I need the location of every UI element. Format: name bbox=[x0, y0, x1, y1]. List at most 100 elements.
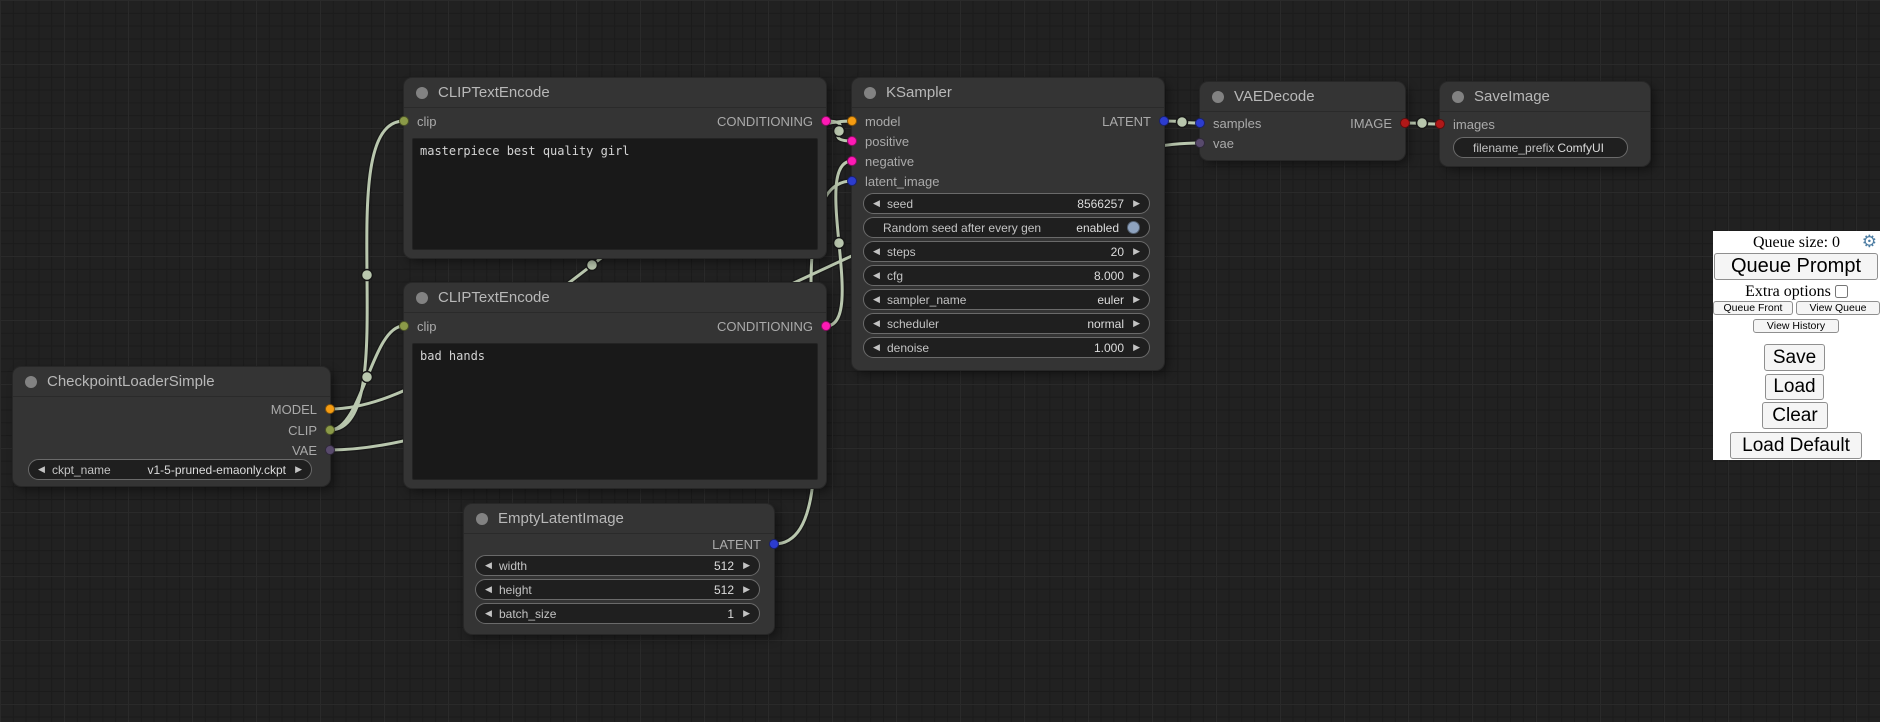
decrement-arrow-icon[interactable]: ◀ bbox=[485, 608, 497, 619]
collapse-dot-icon[interactable] bbox=[864, 87, 876, 99]
negative-prompt-textarea[interactable]: bad hands bbox=[412, 343, 818, 480]
toggle-on-icon[interactable] bbox=[1127, 221, 1140, 234]
node-title-bar[interactable]: EmptyLatentImage bbox=[464, 504, 774, 534]
settings-gear-icon[interactable]: ⚙ bbox=[1862, 232, 1877, 252]
decrement-arrow-icon[interactable]: ◀ bbox=[873, 294, 885, 305]
increment-arrow-icon[interactable]: ▶ bbox=[1128, 198, 1140, 209]
model-output-port[interactable] bbox=[325, 404, 335, 414]
node-ksampler[interactable]: KSampler model LATENT positive negative … bbox=[852, 78, 1164, 370]
node-title: CheckpointLoaderSimple bbox=[47, 373, 215, 390]
node-title-bar[interactable]: CLIPTextEncode bbox=[404, 78, 826, 108]
view-queue-button[interactable]: View Queue bbox=[1796, 301, 1880, 315]
extra-options-checkbox[interactable] bbox=[1835, 285, 1848, 298]
output-slot-clip: CLIP bbox=[13, 420, 330, 440]
queue-size-label: Queue size: 0 bbox=[1713, 234, 1880, 252]
conditioning-output-port[interactable] bbox=[821, 321, 831, 331]
input-slot-latent-image: latent_image bbox=[852, 171, 1164, 191]
input-slot-positive: positive bbox=[852, 131, 1164, 151]
node-title: VAEDecode bbox=[1234, 88, 1315, 105]
random-seed-toggle[interactable]: Random seed after every gen enabled bbox=[863, 217, 1150, 238]
decrement-arrow-icon[interactable]: ◀ bbox=[873, 198, 885, 209]
image-output-port[interactable] bbox=[1400, 118, 1410, 128]
increment-arrow-icon[interactable]: ▶ bbox=[1128, 270, 1140, 281]
load-button[interactable]: Load bbox=[1765, 374, 1824, 400]
filename-prefix-widget[interactable]: filename_prefix ComfyUI bbox=[1453, 137, 1628, 158]
decrement-arrow-icon[interactable]: ◀ bbox=[873, 342, 885, 353]
seed-widget[interactable]: ◀ seed 8566257 ▶ bbox=[863, 193, 1150, 214]
latent-output-port[interactable] bbox=[1159, 116, 1169, 126]
queue-prompt-button[interactable]: Queue Prompt bbox=[1714, 253, 1878, 280]
input-slot-images: images bbox=[1440, 114, 1650, 134]
node-checkpoint-loader[interactable]: CheckpointLoaderSimple MODEL CLIP VAE ◀ … bbox=[13, 367, 330, 486]
node-title-bar[interactable]: CheckpointLoaderSimple bbox=[13, 367, 330, 397]
save-button[interactable]: Save bbox=[1764, 344, 1825, 371]
collapse-dot-icon[interactable] bbox=[1212, 91, 1224, 103]
increment-arrow-icon[interactable]: ▶ bbox=[1128, 246, 1140, 257]
cfg-widget[interactable]: ◀ cfg 8.000 ▶ bbox=[863, 265, 1150, 286]
increment-arrow-icon[interactable]: ▶ bbox=[1128, 294, 1140, 305]
vae-output-port[interactable] bbox=[325, 445, 335, 455]
output-slot-model: MODEL bbox=[13, 399, 330, 419]
node-title-bar[interactable]: CLIPTextEncode bbox=[404, 283, 826, 313]
steps-widget[interactable]: ◀ steps 20 ▶ bbox=[863, 241, 1150, 262]
node-title-bar[interactable]: VAEDecode bbox=[1200, 82, 1405, 112]
view-history-button[interactable]: View History bbox=[1753, 319, 1839, 333]
collapse-dot-icon[interactable] bbox=[416, 292, 428, 304]
clip-output-port[interactable] bbox=[325, 425, 335, 435]
output-slot-latent: LATENT bbox=[852, 111, 1164, 131]
increment-arrow-icon[interactable]: ▶ bbox=[1128, 342, 1140, 353]
negative-input-port[interactable] bbox=[847, 156, 857, 166]
vae-input-port[interactable] bbox=[1195, 138, 1205, 148]
collapse-dot-icon[interactable] bbox=[476, 513, 488, 525]
comfy-menu-panel: Queue size: 0 ⚙ Queue Prompt Extra optio… bbox=[1713, 231, 1880, 460]
decrement-arrow-icon[interactable]: ◀ bbox=[873, 318, 885, 329]
denoise-widget[interactable]: ◀ denoise 1.000 ▶ bbox=[863, 337, 1150, 358]
conditioning-output-port[interactable] bbox=[821, 116, 831, 126]
node-title: CLIPTextEncode bbox=[438, 84, 550, 101]
latent-output-port[interactable] bbox=[769, 539, 779, 549]
input-slot-negative: negative bbox=[852, 151, 1164, 171]
batch-size-widget[interactable]: ◀ batch_size 1 ▶ bbox=[475, 603, 760, 624]
node-title: SaveImage bbox=[1474, 88, 1550, 105]
output-slot-latent: LATENT bbox=[464, 534, 774, 554]
decrement-arrow-icon[interactable]: ◀ bbox=[485, 560, 497, 571]
decrement-arrow-icon[interactable]: ◀ bbox=[38, 464, 50, 475]
ckpt-name-combo[interactable]: ◀ ckpt_name v1-5-pruned-emaonly.ckpt ▶ bbox=[28, 459, 312, 480]
node-title: EmptyLatentImage bbox=[498, 510, 624, 527]
node-title: CLIPTextEncode bbox=[438, 289, 550, 306]
increment-arrow-icon[interactable]: ▶ bbox=[290, 464, 302, 475]
collapse-dot-icon[interactable] bbox=[25, 376, 37, 388]
scheduler-combo[interactable]: ◀ scheduler normal ▶ bbox=[863, 313, 1150, 334]
load-default-button[interactable]: Load Default bbox=[1730, 432, 1862, 459]
sampler-name-combo[interactable]: ◀ sampler_name euler ▶ bbox=[863, 289, 1150, 310]
node-title-bar[interactable]: SaveImage bbox=[1440, 82, 1650, 112]
clear-button[interactable]: Clear bbox=[1762, 402, 1828, 429]
images-input-port[interactable] bbox=[1435, 119, 1445, 129]
decrement-arrow-icon[interactable]: ◀ bbox=[873, 270, 885, 281]
node-save-image[interactable]: SaveImage images filename_prefix ComfyUI bbox=[1440, 82, 1650, 166]
increment-arrow-icon[interactable]: ▶ bbox=[738, 560, 750, 571]
width-widget[interactable]: ◀ width 512 ▶ bbox=[475, 555, 760, 576]
output-slot-conditioning: CONDITIONING bbox=[404, 111, 826, 131]
node-title: KSampler bbox=[886, 84, 952, 101]
collapse-dot-icon[interactable] bbox=[1452, 91, 1464, 103]
node-title-bar[interactable]: KSampler bbox=[852, 78, 1164, 108]
increment-arrow-icon[interactable]: ▶ bbox=[738, 608, 750, 619]
height-widget[interactable]: ◀ height 512 ▶ bbox=[475, 579, 760, 600]
collapse-dot-icon[interactable] bbox=[416, 87, 428, 99]
positive-input-port[interactable] bbox=[847, 136, 857, 146]
output-slot-conditioning: CONDITIONING bbox=[404, 316, 826, 336]
node-vae-decode[interactable]: VAEDecode samples IMAGE vae bbox=[1200, 82, 1405, 160]
node-clip-text-encode-positive[interactable]: CLIPTextEncode clip CONDITIONING masterp… bbox=[404, 78, 826, 258]
increment-arrow-icon[interactable]: ▶ bbox=[1128, 318, 1140, 329]
node-clip-text-encode-negative[interactable]: CLIPTextEncode clip CONDITIONING bad han… bbox=[404, 283, 826, 488]
output-slot-image: IMAGE bbox=[1200, 113, 1405, 133]
extra-options-label: Extra options bbox=[1745, 283, 1831, 300]
decrement-arrow-icon[interactable]: ◀ bbox=[485, 584, 497, 595]
node-empty-latent-image[interactable]: EmptyLatentImage LATENT ◀ width 512 ▶ ◀ … bbox=[464, 504, 774, 634]
positive-prompt-textarea[interactable]: masterpiece best quality girl bbox=[412, 138, 818, 250]
queue-front-button[interactable]: Queue Front bbox=[1713, 301, 1793, 315]
latent-image-input-port[interactable] bbox=[847, 176, 857, 186]
increment-arrow-icon[interactable]: ▶ bbox=[738, 584, 750, 595]
decrement-arrow-icon[interactable]: ◀ bbox=[873, 246, 885, 257]
